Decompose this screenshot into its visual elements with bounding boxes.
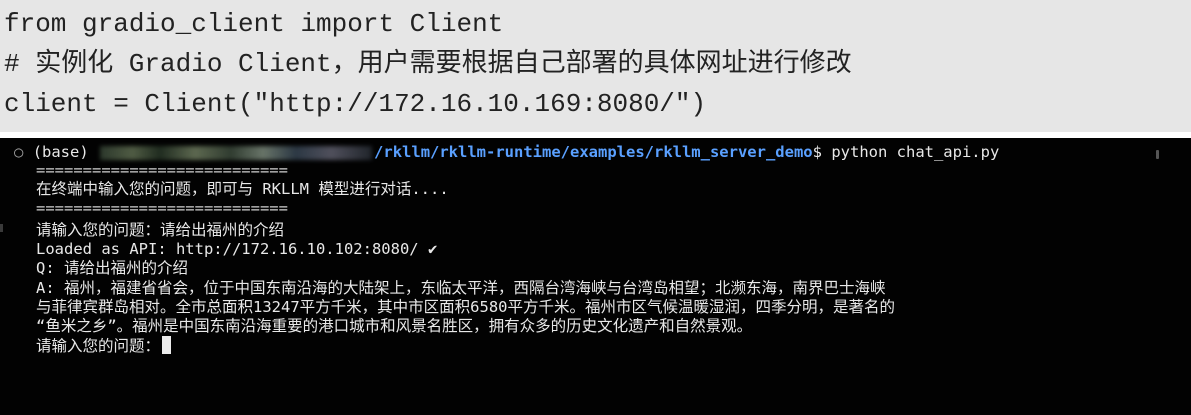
code-line-import: from gradio_client import Client [4,9,504,39]
code-snippet: from gradio_client import Client # 实例化 G… [0,0,1191,132]
terminal-window[interactable]: ○ (base) /rkllm/rkllm-runtime/examples/r… [0,138,1191,415]
scroll-indicator [1156,150,1159,159]
prompt-symbol: $ [812,143,822,161]
user-input-line: 请输入您的问题：请给出福州的介绍 [36,221,285,239]
loaded-text: Loaded as API: http://172.16.10.102:8080… [36,240,419,258]
shell-prompt: ○ (base) /rkllm/rkllm-runtime/examples/r… [14,142,999,162]
loaded-status: Loaded as API: http://172.16.10.102:8080… [36,239,437,259]
prompt-status-icon: ○ [14,143,24,161]
answer-line-1: A: 福州，福建省省会，位于中国东南沿海的大陆架上，东临太平洋，西隔台湾海峡与台… [36,279,886,297]
check-icon: ✔ [427,240,438,258]
conda-env: (base) [32,143,89,161]
working-directory: /rkllm/rkllm-runtime/examples/rkllm_serv… [374,143,813,161]
question-line: Q: 请给出福州的介绍 [36,259,188,277]
input-prompt-line[interactable]: 请输入您的问题： [36,336,172,356]
separator-top: =========================== [36,161,288,179]
shell-command: python chat_api.py [831,143,1000,161]
intro-message: 在终端中输入您的问题，即可与 RKLLM 模型进行对话.... [36,180,449,198]
answer-line-2: 与菲律宾群岛相对。全市总面积13247平方千米，其中市区面积6580平方千米。福… [36,298,895,316]
code-line-client: client = Client("http://172.16.10.169:80… [4,89,707,119]
redacted-path-segment [100,145,373,160]
code-line-comment: # 实例化 Gradio Client，用户需要根据自己部署的具体网址进行修改 [4,49,852,79]
text-cursor[interactable] [162,336,172,354]
separator-bottom: =========================== [36,199,288,217]
edge-marker [0,224,3,232]
answer-line-3: “鱼米之乡”。福州是中国东南沿海重要的港口城市和风景名胜区，拥有众多的历史文化遗… [36,317,753,335]
input-prompt: 请输入您的问题： [36,337,161,355]
